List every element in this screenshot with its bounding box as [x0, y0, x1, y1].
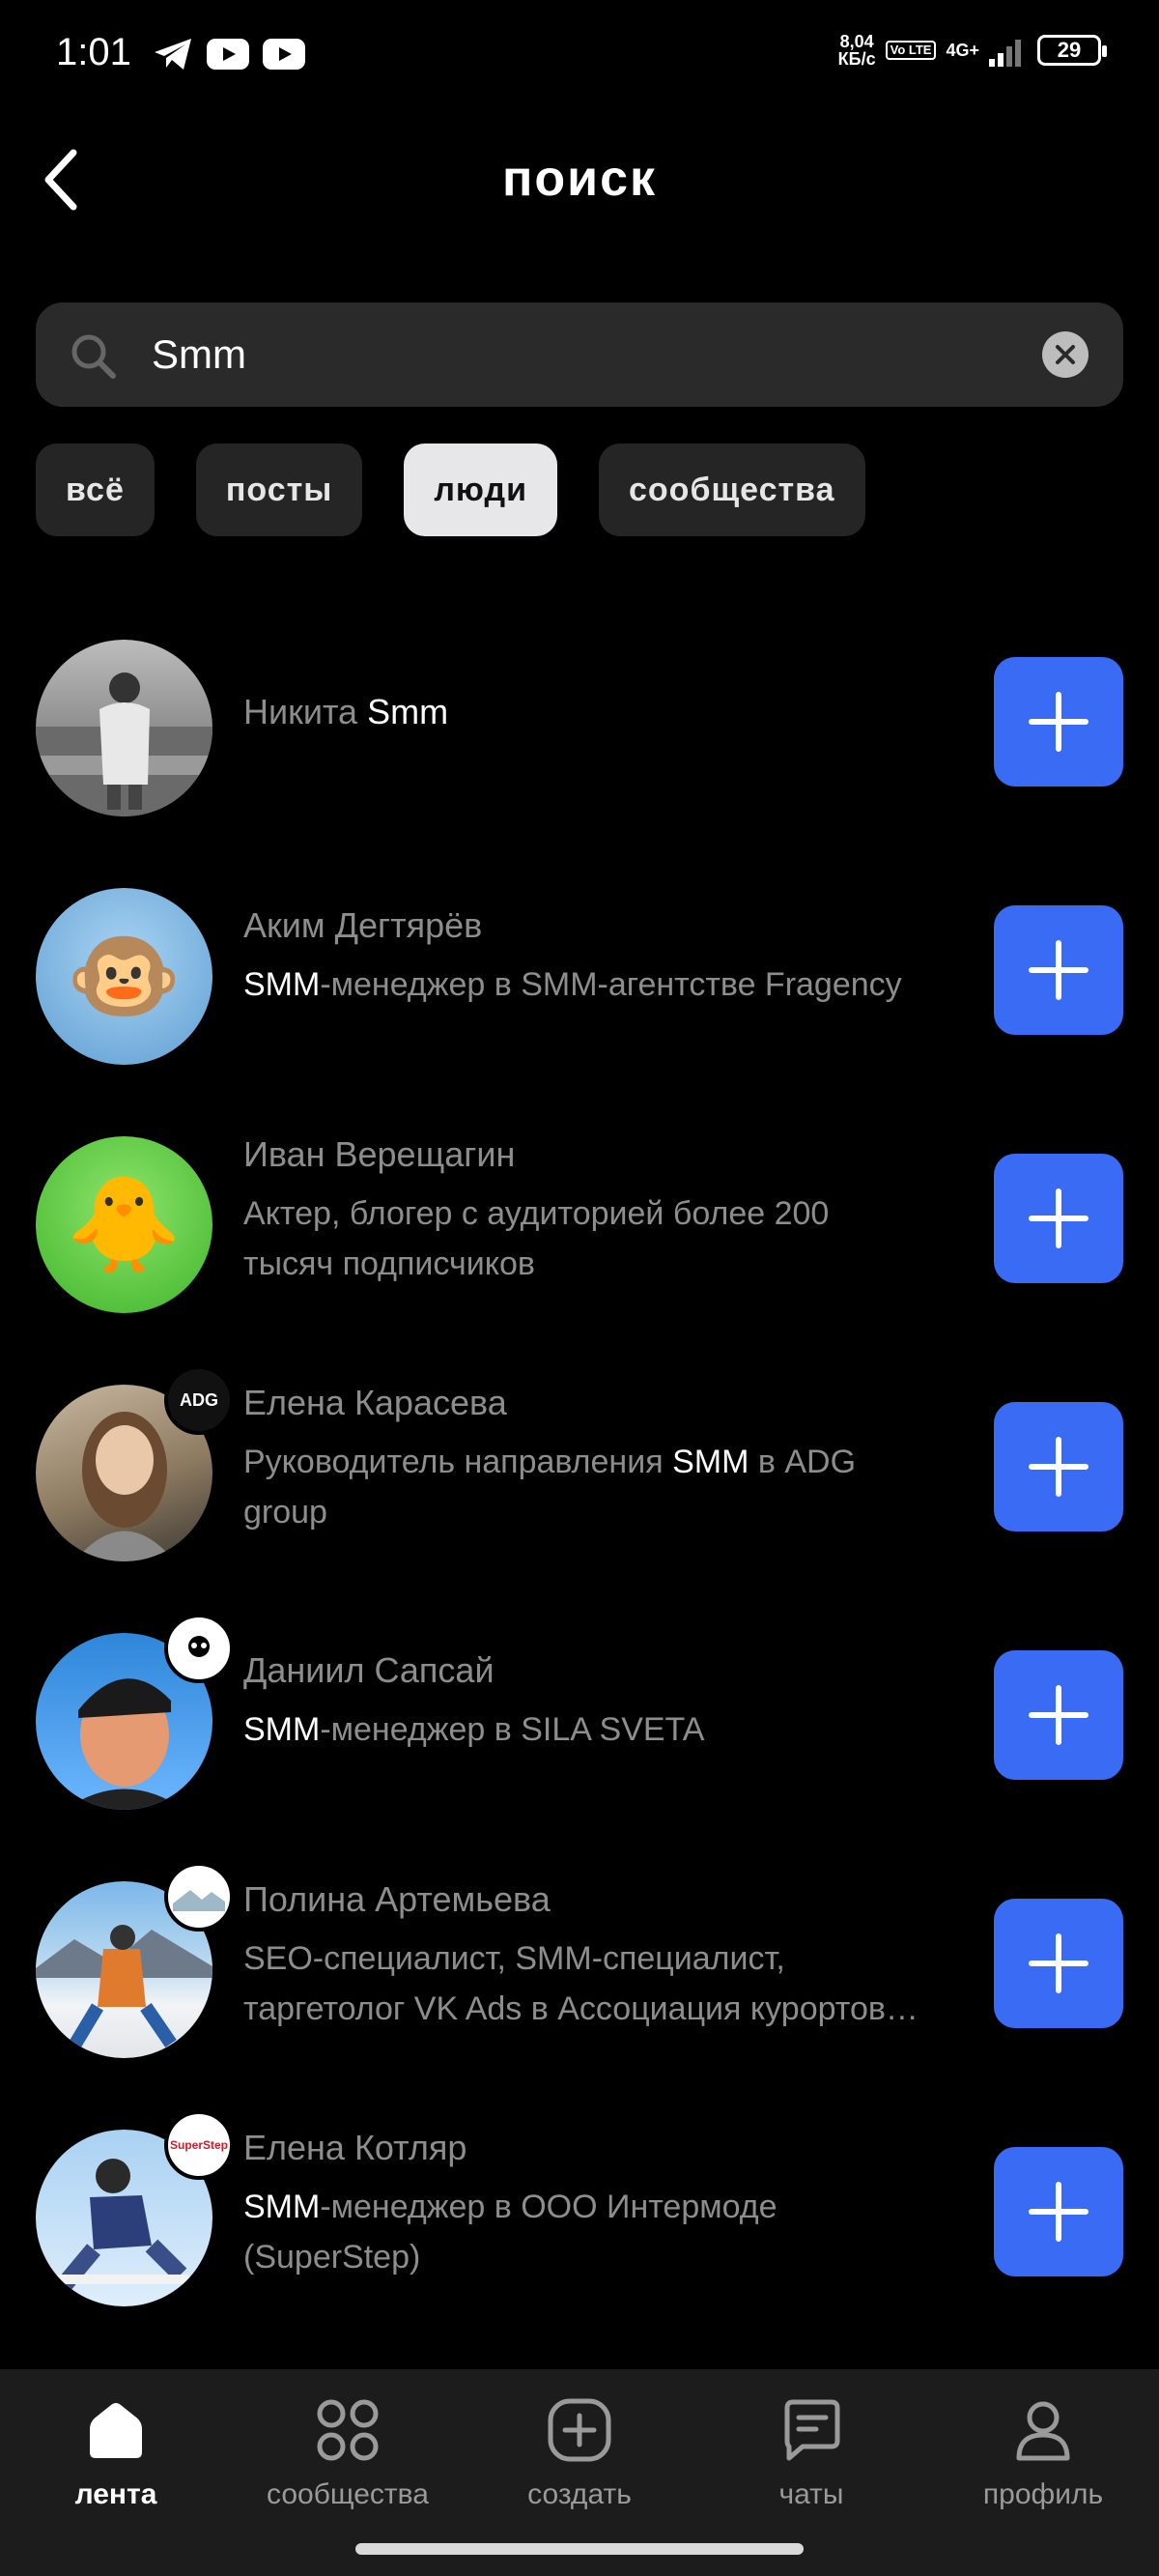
person-description: Актер, блогер с аудиторией более 200 тыся… — [243, 1195, 830, 1282]
company-badge: ADG — [164, 1365, 234, 1435]
person-description: SEO-специалист, SMM-специалист, таргетоло… — [243, 1940, 919, 2027]
person-name: Елена Котляр — [243, 2128, 467, 2167]
add-friend-button[interactable] — [994, 1650, 1123, 1780]
status-bar: 1:01 8,04 КБ/с Vo LTE 4G+ 29 — [0, 0, 1159, 116]
search-icon — [71, 334, 116, 379]
company-badge — [164, 1614, 234, 1683]
home-icon — [90, 2403, 142, 2458]
filter-tabs: всё посты люди сообщества — [36, 444, 865, 536]
tab-profile[interactable]: профиль — [947, 2396, 1140, 2511]
tab-communities[interactable]: сообщества — [251, 2396, 444, 2511]
plus-icon — [1029, 940, 1088, 1000]
list-item[interactable]: Никита Smm — [0, 628, 1159, 841]
status-notifications — [153, 37, 305, 72]
person-name: Елена Карасева — [243, 1383, 507, 1422]
close-icon — [1056, 345, 1075, 364]
add-friend-button[interactable] — [994, 2147, 1123, 2276]
search-value[interactable]: Smm — [152, 331, 246, 378]
network-type: 4G+ — [946, 40, 979, 60]
person-description: SMM-менеджер в SILA SVETA — [243, 1711, 705, 1748]
plus-square-icon — [548, 2398, 611, 2462]
filter-communities[interactable]: сообщества — [599, 444, 865, 536]
search-input[interactable]: Smm — [36, 302, 1123, 407]
add-friend-button[interactable] — [994, 905, 1123, 1035]
list-item[interactable]: SuperStep Елена Котляр SMM-менеджер в ОО… — [0, 2110, 1159, 2331]
person-icon — [1016, 2401, 1070, 2461]
youtube-icon — [263, 39, 305, 70]
home-indicator[interactable] — [355, 2543, 804, 2555]
signal-icon — [989, 40, 1021, 67]
person-name: Иван Верещагин — [243, 1134, 516, 1174]
status-time: 1:01 — [56, 31, 131, 73]
person-description: SMM-менеджер в SMM-агентстве Fragency — [243, 966, 902, 1003]
header: поиск — [0, 126, 1159, 232]
list-item[interactable]: Даниил Сапсай SMM-менеджер в SILA SVETA — [0, 1614, 1159, 1834]
plus-icon — [1029, 1437, 1088, 1497]
clear-search-button[interactable] — [1042, 331, 1088, 378]
volte-indicator: Vo LTE — [885, 41, 937, 60]
add-friend-button[interactable] — [994, 1899, 1123, 2028]
person-name: Полина Артемьева — [243, 1879, 551, 1919]
list-item[interactable]: 🐥 Иван Верещагин Актер, блогер с аудитор… — [0, 1125, 1159, 1337]
plus-icon — [1029, 692, 1088, 752]
tab-feed[interactable]: лента — [19, 2396, 212, 2511]
list-item[interactable]: Полина Артемьева SEO-специалист, SMM-спе… — [0, 1862, 1159, 2082]
filter-posts[interactable]: посты — [195, 444, 363, 536]
status-system: 8,04 КБ/с Vo LTE 4G+ 29 — [837, 32, 1107, 69]
person-name: Даниил Сапсай — [243, 1650, 495, 1690]
plus-icon — [1029, 1188, 1088, 1248]
list-item[interactable]: 🐵 Аким Дегтярёв SMM-менеджер в SMM-агент… — [0, 876, 1159, 1089]
youtube-icon — [207, 39, 249, 70]
plus-icon — [1029, 1685, 1088, 1745]
add-friend-button[interactable] — [994, 657, 1123, 787]
page-title: поиск — [501, 151, 658, 207]
company-badge — [164, 1862, 234, 1932]
grid-icon — [317, 2399, 379, 2461]
company-badge: SuperStep — [164, 2110, 234, 2180]
chat-icon — [784, 2399, 840, 2461]
add-friend-button[interactable] — [994, 1154, 1123, 1283]
person-description: Руководитель направления SMM в ADG group — [243, 1444, 857, 1531]
plus-icon — [1029, 1933, 1088, 1993]
avatar[interactable]: 🐥 — [36, 1136, 212, 1313]
battery-indicator: 29 — [1037, 35, 1107, 66]
person-name: Никита Smm — [243, 692, 449, 731]
telegram-icon — [155, 39, 191, 70]
network-speed: 8,04 КБ/с — [837, 32, 876, 69]
tab-create[interactable]: создать — [483, 2396, 676, 2511]
avatar[interactable] — [36, 640, 212, 816]
filter-people[interactable]: люди — [404, 444, 557, 536]
list-item[interactable]: ADG Елена Карасева Руководитель направле… — [0, 1365, 1159, 1586]
filter-all[interactable]: всё — [36, 444, 155, 536]
person-name: Аким Дегтярёв — [243, 905, 483, 945]
avatar[interactable]: 🐵 — [36, 888, 212, 1065]
tab-chats[interactable]: чаты — [715, 2396, 908, 2511]
add-friend-button[interactable] — [994, 1402, 1123, 1531]
plus-icon — [1029, 2182, 1088, 2242]
person-description: SMM-менеджер в ООО Интермоде (SuperStep) — [243, 2189, 777, 2275]
